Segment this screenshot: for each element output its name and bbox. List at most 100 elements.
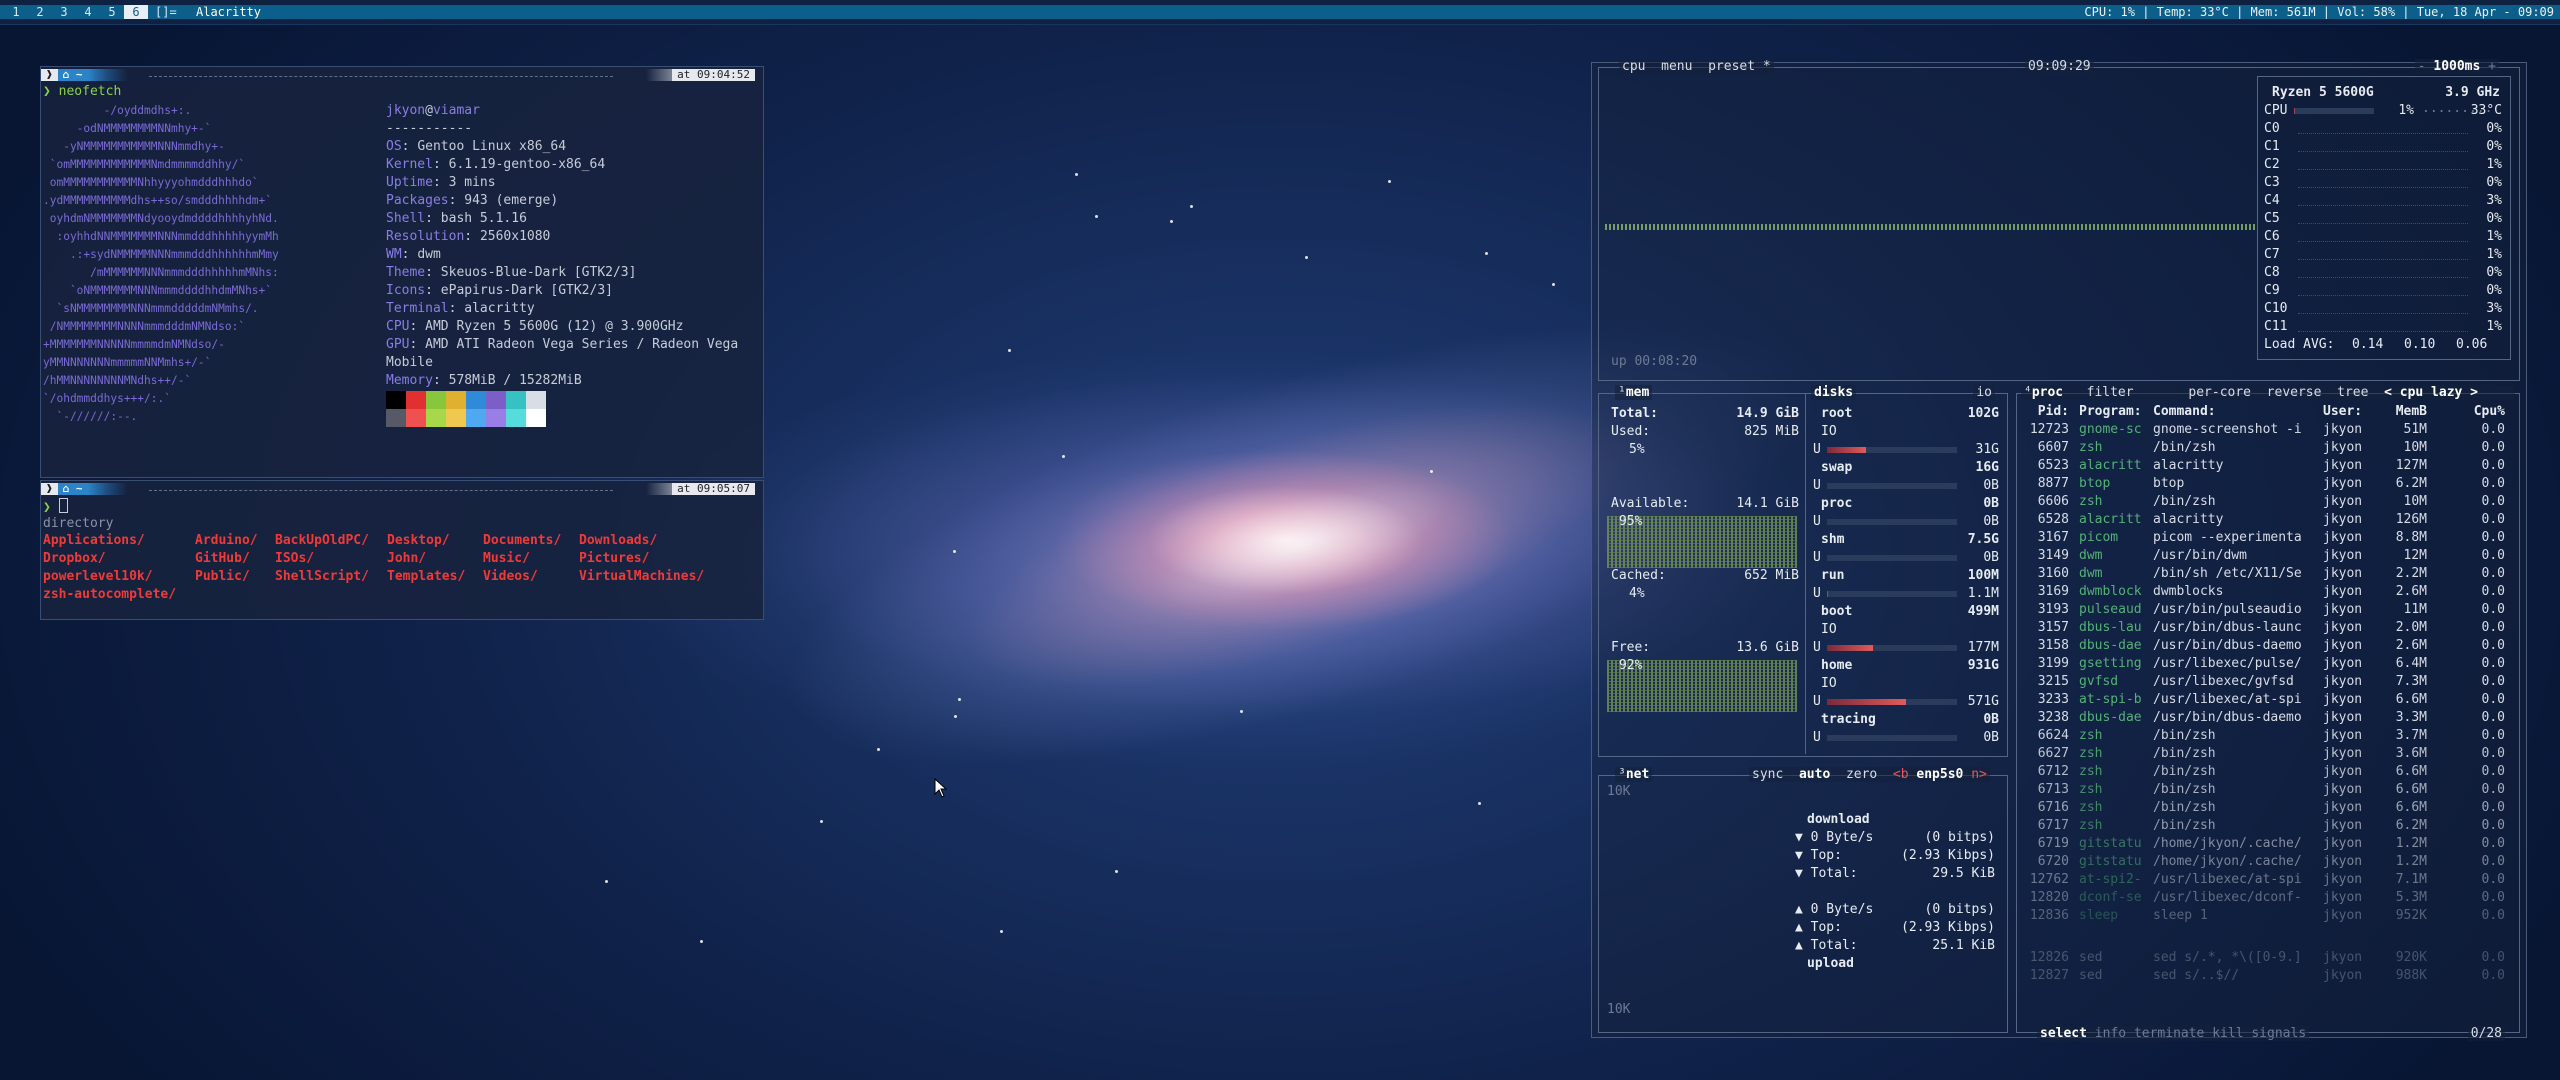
proc-header-cell[interactable]: Pid: — [2025, 404, 2069, 419]
tag-5[interactable]: 5 — [100, 5, 124, 19]
proc-cell: zsh — [2079, 782, 2103, 797]
kill-button[interactable]: kill — [2212, 1026, 2243, 1041]
proc-row[interactable]: 6712 zsh/bin/zsh jkyon 6.6M 0.0 — [2025, 764, 2507, 782]
net-title[interactable]: ³net — [1615, 767, 1653, 782]
proc-tab-labels: ⁴proc filter per-core reverse tree < cpu… — [2021, 385, 2515, 400]
proc-row[interactable]: 6607 zsh/bin/zsh jkyon 10M 0.0 — [2025, 440, 2507, 458]
proc-cell: sed — [2079, 968, 2103, 983]
proc-row[interactable]: 6720 gitstatu/home/jkyon/.cache/jkyon 1.2M… — [2025, 854, 2507, 872]
proc-row[interactable]: 6717 zsh/bin/zsh jkyon 6.2M 0.0 — [2025, 818, 2507, 836]
proc-cell: zsh — [2079, 494, 2103, 509]
proc-cell: /bin/zsh — [2153, 440, 2216, 455]
tab-reverse[interactable]: reverse — [2267, 385, 2322, 400]
proc-header-cell[interactable]: User: — [2323, 404, 2377, 419]
proc-row[interactable]: 3169 dwmblock dwmblocks jkyon 2.6M 0.0 — [2025, 584, 2507, 602]
proc-row[interactable]: 6713 zsh/bin/zsh jkyon 6.6M 0.0 — [2025, 782, 2507, 800]
proc-cell: dbus-dae — [2079, 710, 2142, 725]
proc-header-cell[interactable]: Cpu% — [2461, 404, 2505, 419]
tag-6[interactable]: 6 — [124, 5, 148, 19]
info-key: Shell — [386, 211, 426, 226]
proc-row[interactable]: 6627 zsh/bin/zsh jkyon 3.6M 0.0 — [2025, 746, 2507, 764]
command-text: neofetch — [58, 84, 122, 99]
disk-size: 100M — [1967, 568, 1999, 583]
proc-cell: 6.4M — [2395, 656, 2427, 671]
core-graph — [2298, 211, 2468, 224]
proc-row[interactable]: 3149 dwm/usr/bin/dwm jkyon 12M 0.0 — [2025, 548, 2507, 566]
proc-row[interactable]: 3233 at-spi-b/usr/libexec/at-spi jkyon 6.6M… — [2025, 692, 2507, 710]
io-toggle[interactable]: io — [1973, 385, 1995, 400]
proc-cell: 952K — [2395, 908, 2427, 923]
proc-row[interactable]: 6716 zsh/bin/zsh jkyon 6.6M 0.0 — [2025, 800, 2507, 818]
info-value: ePapirus-Dark [GTK2/3] — [440, 283, 613, 298]
proc-row[interactable]: 12723 gnome-sc gnome-screenshot -i jkyon 51M… — [2025, 422, 2507, 440]
disks-title[interactable]: disks — [1811, 385, 1857, 400]
disk-used-meter — [1827, 519, 1957, 525]
net-zero[interactable]: zero — [1846, 767, 1877, 782]
layout-indicator[interactable]: []= — [155, 5, 177, 19]
update-interval[interactable]: - 1000ms + — [2414, 59, 2499, 74]
directory-entry: powerlevel10k/ — [43, 569, 153, 584]
terminate-button[interactable]: terminate — [2134, 1026, 2204, 1041]
sort-selector[interactable]: < cpu lazy > — [2384, 385, 2478, 400]
proc-header-cell[interactable]: MemB — [2381, 404, 2427, 419]
tab-cpu[interactable]: cpu — [1622, 59, 1645, 74]
proc-row[interactable]: 6624 zsh/bin/zsh jkyon 3.7M 0.0 — [2025, 728, 2507, 746]
proc-row[interactable]: 6719 gitstatu/home/jkyon/.cache/jkyon 1.2M… — [2025, 836, 2507, 854]
proc-cell: 126M — [2395, 512, 2427, 527]
signals-button[interactable]: signals — [2251, 1026, 2306, 1041]
tab-tree[interactable]: tree — [2337, 385, 2368, 400]
net-sync[interactable]: sync — [1752, 767, 1783, 782]
terminal-neofetch[interactable]: ❱ ⌂ ~ at 09:04:52 ❯ neofetch -/oyddmdhs+… — [40, 66, 764, 478]
tab-preset[interactable]: preset * — [1708, 59, 1771, 74]
directory-entry: Public/ — [195, 569, 250, 584]
proc-row[interactable]: 12826 sed sed s/.*, *\([0-9.] jkyon 920K 0.0 — [2025, 950, 2507, 968]
tag-2[interactable]: 2 — [28, 5, 52, 19]
terminal-ls[interactable]: ❱ ⌂ ~ at 09:05:07 ❯ directory Applicatio… — [40, 480, 764, 620]
info-key: Terminal — [386, 301, 449, 316]
proc-row[interactable]: 6528 alacritt alacritty jkyon 126M 0.0 — [2025, 512, 2507, 530]
proc-row[interactable]: 6523 alacritt alacritty jkyon 127M 0.0 — [2025, 458, 2507, 476]
proc-row[interactable]: 12820 dconf-se/usr/libexec/dconf-jkyon 5.3… — [2025, 890, 2507, 908]
proc-row[interactable]: 3167 picom picom --experimenta jkyon 8.8M 0.0 — [2025, 530, 2507, 548]
proc-row[interactable]: 3199 gsetting/usr/libexec/pulse/jkyon 6.4M… — [2025, 656, 2507, 674]
disk-used-meter — [1827, 591, 1957, 597]
proc-row[interactable]: 12762 at-spi2- /usr/libexec/at-spi jkyon 7.1… — [2025, 872, 2507, 890]
proc-row[interactable]: 8877 btop btop jkyon 6.2M 0.0 — [2025, 476, 2507, 494]
proc-row[interactable]: 6606 zsh/bin/zsh jkyon 10M 0.0 — [2025, 494, 2507, 512]
tag-4[interactable]: 4 — [76, 5, 100, 19]
mem-title[interactable]: ¹mem — [1615, 385, 1653, 400]
proc-row[interactable]: 3157 dbus-lau/usr/bin/dbus-launc jkyon 2.0M… — [2025, 620, 2507, 638]
proc-cell: jkyon — [2323, 782, 2363, 797]
proc-header-cell[interactable]: Program: — [2079, 404, 2149, 419]
net-prev[interactable]: <b — [1893, 767, 1909, 782]
proc-row[interactable]: 3160 dwm/bin/sh /etc/X11/Se jkyon 2.2M 0.0 — [2025, 566, 2507, 584]
process-table[interactable]: Pid: Program: Command: User: MemB Cpu% 12723 gn… — [2025, 404, 2507, 1004]
tab-filter[interactable]: filter — [2087, 385, 2134, 400]
proc-cell: 12827 — [2029, 968, 2069, 983]
proc-row[interactable]: 12827 sed sed s/..$// jkyon 988K 0.0 — [2025, 968, 2507, 986]
proc-cell: /bin/zsh — [2153, 782, 2216, 797]
proc-row[interactable]: 3238 dbus-dae/usr/bin/dbus-daemo jkyon 3.3M… — [2025, 710, 2507, 728]
btop-window[interactable]: cpu menu preset * 09:09:29 - 1000ms + up… — [1591, 59, 2527, 1041]
status-text: CPU: 1% | Temp: 33°C | Mem: 561M | Vol: … — [2084, 5, 2554, 19]
info-button[interactable]: info — [2095, 1026, 2126, 1041]
mem-used-label: Used: — [1611, 424, 1651, 439]
net-next[interactable]: n> — [1971, 767, 1987, 782]
proc-cell: zsh — [2079, 746, 2103, 761]
proc-row[interactable]: 3193 pulseaud/usr/bin/pulseaudio jkyon 11M 0… — [2025, 602, 2507, 620]
proc-row[interactable]: 3158 dbus-dae/usr/bin/dbus-daemo jkyon 2.6M… — [2025, 638, 2507, 656]
tag-3[interactable]: 3 — [52, 5, 76, 19]
net-auto[interactable]: auto — [1799, 767, 1830, 782]
directory-entry: Videos/ — [483, 569, 538, 584]
tab-menu[interactable]: menu — [1661, 59, 1692, 74]
tab-per-core[interactable]: per-core — [2188, 385, 2251, 400]
core-label: C3 — [2264, 175, 2280, 190]
disk-size: 0B — [1983, 712, 1999, 727]
tab-proc[interactable]: proc — [2032, 385, 2063, 400]
proc-header-cell[interactable]: Command: — [2153, 404, 2313, 419]
proc-cell: 0.0 — [2481, 968, 2505, 983]
tag-1[interactable]: 1 — [4, 5, 28, 19]
proc-row[interactable]: 12836 sleep sleep 1 jkyon 952K 0.0 — [2025, 908, 2507, 926]
select-button[interactable]: select — [2040, 1026, 2087, 1041]
proc-row[interactable]: 3215 gvfsd/usr/libexec/gvfsd jkyon 7.3M 0.0 — [2025, 674, 2507, 692]
